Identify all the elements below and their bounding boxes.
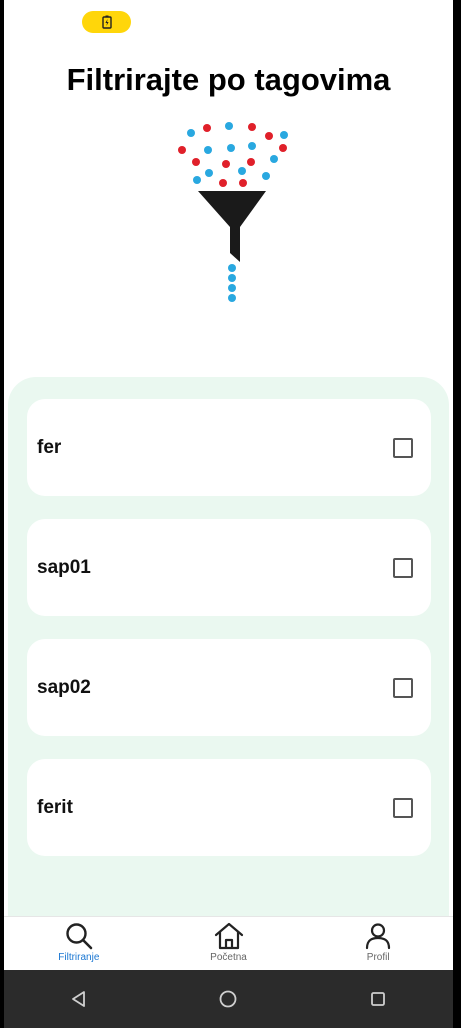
search-icon xyxy=(66,923,93,950)
system-navigation-bar xyxy=(4,970,453,1028)
recents-icon xyxy=(371,992,386,1006)
battery-indicator xyxy=(82,11,131,33)
back-icon xyxy=(71,991,85,1007)
tag-checkbox[interactable] xyxy=(393,557,413,578)
tag-label: fer xyxy=(37,436,62,458)
app-screen: Filtrirajte po tagovima fer sap01 sap02 … xyxy=(4,0,453,1028)
nav-item-pocetna[interactable]: Početna xyxy=(154,917,304,971)
tag-checkbox[interactable] xyxy=(393,677,413,698)
nav-label: Filtriranje xyxy=(58,952,100,963)
nav-label: Početna xyxy=(210,952,247,963)
nav-label: Profil xyxy=(366,952,390,963)
tag-label: sap01 xyxy=(37,556,91,578)
system-recents-button[interactable] xyxy=(358,979,398,1019)
home-circle-icon xyxy=(220,990,237,1008)
page-title: Filtrirajte po tagovima xyxy=(66,62,391,97)
funnel-shape xyxy=(198,191,266,262)
system-home-button[interactable] xyxy=(208,979,248,1019)
bottom-navigation: Filtriranje Početna Profil xyxy=(4,916,453,971)
tag-checkbox[interactable] xyxy=(393,797,413,818)
user-icon xyxy=(366,923,391,950)
tag-row-ferit[interactable]: ferit xyxy=(27,759,431,856)
dots-bottom xyxy=(228,264,236,302)
system-back-button[interactable] xyxy=(59,979,99,1019)
funnel-filter-icon xyxy=(178,122,288,302)
tag-row-sap01[interactable]: sap01 xyxy=(27,519,431,616)
tag-list-panel: fer sap01 sap02 ferit xyxy=(8,377,449,937)
tag-label: ferit xyxy=(37,796,73,818)
tag-checkbox[interactable] xyxy=(393,437,413,458)
tag-row-fer[interactable]: fer xyxy=(27,399,431,496)
nav-item-filtriranje[interactable]: Filtriranje xyxy=(4,917,154,971)
tag-row-sap02[interactable]: sap02 xyxy=(27,639,431,736)
nav-item-profil[interactable]: Profil xyxy=(303,917,453,971)
home-icon xyxy=(214,922,243,950)
tag-label: sap02 xyxy=(37,676,91,698)
dots-top xyxy=(178,122,288,187)
battery-charging-icon xyxy=(101,15,112,29)
